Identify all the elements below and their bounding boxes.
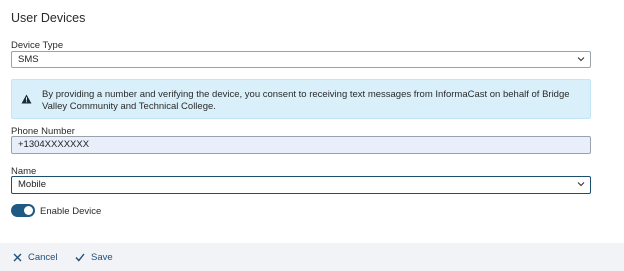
- toggle-knob: [24, 206, 33, 215]
- consent-banner: By providing a number and verifying the …: [11, 79, 591, 119]
- warning-icon: [21, 94, 32, 104]
- chevron-down-icon: [577, 182, 585, 187]
- save-label: Save: [91, 251, 113, 263]
- check-icon: [75, 253, 85, 262]
- name-value: Mobile: [18, 179, 46, 190]
- device-type-select[interactable]: SMS: [11, 51, 591, 68]
- chevron-down-icon: [577, 57, 585, 62]
- device-type-value: SMS: [18, 54, 39, 65]
- consent-message: By providing a number and verifying the …: [42, 89, 570, 112]
- enable-device-label: Enable Device: [40, 206, 102, 217]
- save-button[interactable]: Save: [75, 250, 113, 264]
- close-icon: [13, 253, 22, 261]
- cancel-label: Cancel: [28, 251, 58, 263]
- name-select[interactable]: Mobile: [11, 176, 591, 194]
- phone-number-input[interactable]: +1304XXXXXXX: [11, 136, 591, 154]
- cancel-button[interactable]: Cancel: [13, 250, 58, 264]
- footer-bar: Cancel Save: [0, 243, 624, 271]
- device-type-label: Device Type: [11, 40, 64, 51]
- page-title: User Devices: [11, 11, 86, 25]
- enable-device-toggle[interactable]: [11, 204, 35, 217]
